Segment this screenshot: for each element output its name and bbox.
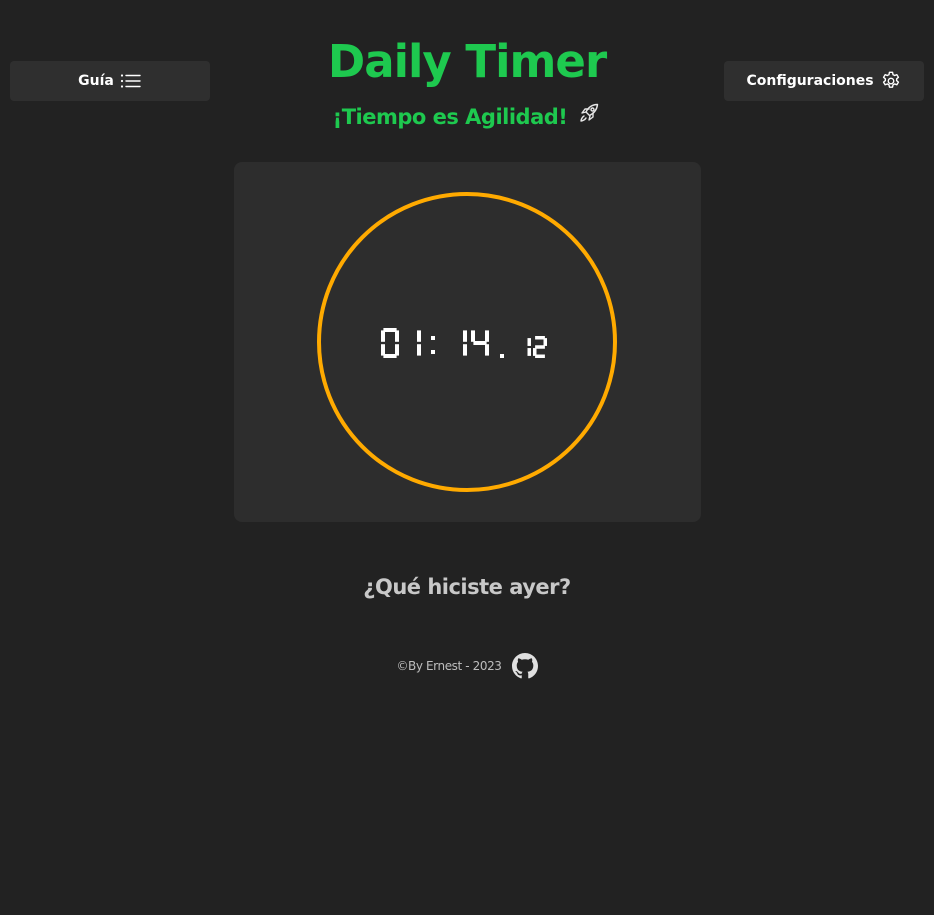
timer-digit-segment	[417, 344, 421, 356]
timer-digit-segment	[471, 330, 475, 342]
timer-digit-segment	[431, 336, 435, 340]
github-icon[interactable]	[511, 653, 538, 679]
timer-digit-segment	[473, 341, 487, 345]
gear-icon	[880, 70, 902, 92]
timer-digit-segment	[485, 330, 489, 342]
timer-digit-segment	[383, 328, 397, 332]
timer-digit-segment	[381, 330, 385, 342]
timer-digit-segment	[485, 344, 489, 356]
timer-display	[381, 328, 547, 358]
timer-digit-segment	[535, 336, 545, 340]
timer-digit-segment	[431, 350, 435, 354]
timer-digit-segment	[535, 345, 545, 349]
timer-digit-segment	[463, 330, 467, 342]
timer-digit-segment	[535, 354, 545, 358]
timer-digit-segment	[417, 330, 421, 342]
timer-digit-segment	[500, 354, 504, 358]
footer-credit: ©By Ernest - 2023	[396, 659, 502, 673]
rocket-icon	[577, 101, 601, 133]
timer-digit-segment	[527, 348, 531, 356]
timer-digit-segment	[533, 348, 537, 356]
daily-timer-page: Guía Daily Timer ¡Tiempo es Agilidad! Co…	[0, 0, 934, 915]
settings-button-label: Configuraciones	[746, 73, 874, 89]
timer-card	[234, 162, 701, 522]
timer-digit-segment	[383, 354, 397, 358]
timer-digit-segment	[463, 344, 467, 356]
timer-digit-segment	[395, 344, 399, 356]
footer: ©By Ernest - 2023	[0, 652, 934, 680]
standup-question: ¿Qué hiciste ayer?	[363, 575, 571, 599]
settings-button[interactable]: Configuraciones	[724, 61, 924, 101]
timer-digit-segment	[381, 344, 385, 356]
timer-digit-segment	[543, 338, 547, 346]
app-subtitle: ¡Tiempo es Agilidad!	[0, 101, 934, 133]
subtitle-text: ¡Tiempo es Agilidad!	[332, 105, 568, 129]
timer-digit-segment	[527, 338, 531, 346]
timer-digit-segment	[395, 330, 399, 342]
